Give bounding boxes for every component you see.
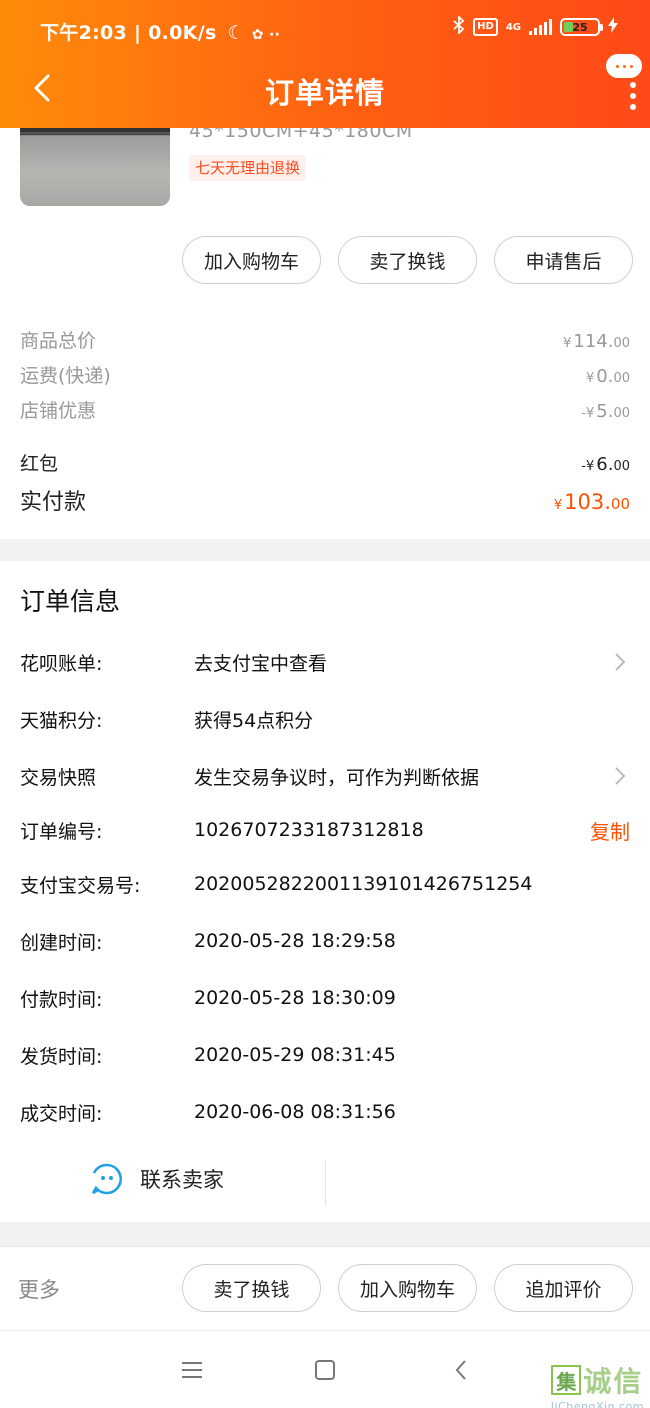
info-key: 发货时间: [20, 1045, 103, 1068]
watermark-logo: 集 诚信 JiChengXin.com [551, 1360, 644, 1408]
info-value: 2020052822001139101426751254 [194, 873, 533, 895]
section-divider [0, 1222, 650, 1246]
paid-row: 实付款 ¥103.00 [20, 484, 630, 516]
return-policy-badge: 七天无理由退换 [189, 155, 307, 181]
bottom-bar-border [0, 1246, 650, 1247]
header: 下午2:03 | 0.0K/s ☾ ✿ ·· HD 4G 25 订单详情 [0, 0, 650, 128]
more-button[interactable]: 更多 [18, 1274, 60, 1304]
red-packet-row: 红包 -¥ 6.00 [20, 449, 630, 476]
battery-icon: 25 [560, 18, 603, 36]
add-review-button[interactable]: 追加评价 [494, 1264, 633, 1312]
sell-for-cash-button[interactable]: 卖了换钱 [338, 236, 477, 284]
back-nav-icon[interactable] [448, 1357, 476, 1383]
info-value: 2020-05-29 08:31:45 [194, 1044, 396, 1066]
shipping-label: 运费(快递) [20, 365, 111, 387]
more-vertical-icon[interactable] [630, 82, 636, 110]
after-sales-button[interactable]: 申请售后 [494, 236, 633, 284]
chevron-right-icon [615, 653, 626, 671]
shop-discount-row: 店铺优惠 -¥ 5.00 [20, 396, 630, 423]
watermark-site: JiChengXin.com [550, 1400, 644, 1408]
sell-for-cash-bottom-button[interactable]: 卖了换钱 [182, 1264, 321, 1312]
create-time-row: 创建时间: 2020-05-28 18:29:58 [20, 926, 630, 956]
red-packet-value: -¥ 6.00 [581, 454, 630, 475]
menu-icon[interactable] [178, 1357, 206, 1383]
shipping-value: ¥0.00 [585, 366, 630, 387]
info-value: 发生交易争议时，可作为判断依据 [194, 766, 480, 789]
goods-total-value: ¥114.00 [563, 331, 630, 352]
info-key: 支付宝交易号: [20, 874, 141, 897]
goods-total-label: 商品总价 [20, 330, 97, 352]
alipay-trade-row: 支付宝交易号: 2020052822001139101426751254 [20, 869, 630, 899]
info-key: 创建时间: [20, 931, 103, 954]
battery-level: 25 [572, 20, 588, 34]
bluetooth-icon [453, 14, 465, 38]
notification-icon: ✿ ·· [251, 27, 281, 43]
info-key: 成交时间: [20, 1102, 103, 1125]
vertical-divider [325, 1160, 326, 1206]
status-bar: 下午2:03 | 0.0K/s ☾ ✿ ·· HD 4G 25 [0, 0, 650, 58]
network-type: 4G [505, 21, 521, 33]
ship-time-row: 发货时间: 2020-05-29 08:31:45 [20, 1040, 630, 1070]
time-speed-text: 下午2:03 | 0.0K/s [40, 22, 217, 44]
shipping-row: 运费(快递) ¥0.00 [20, 361, 630, 388]
order-number: 1026707233187312818 [194, 819, 424, 841]
pay-time-row: 付款时间: 2020-05-28 18:30:09 [20, 983, 630, 1013]
watermark-text: 诚信 [583, 1365, 644, 1398]
copy-button[interactable]: 复制 [590, 816, 630, 845]
signal-icon [529, 19, 552, 35]
shop-discount-value: -¥ 5.00 [581, 401, 630, 422]
goods-total-row: 商品总价 ¥114.00 [20, 326, 630, 353]
smiley-chat-icon [91, 1163, 123, 1195]
chat-bubble-icon[interactable] [606, 54, 642, 78]
red-packet-label: 红包 [20, 453, 59, 475]
paid-value: ¥103.00 [553, 490, 630, 514]
info-key: 天猫积分: [20, 709, 103, 732]
info-key: 订单编号: [20, 820, 103, 843]
deal-time-row: 成交时间: 2020-06-08 08:31:56 [20, 1097, 630, 1127]
paid-label: 实付款 [20, 490, 87, 515]
info-key: 花呗账单: [20, 652, 103, 675]
charging-icon [608, 17, 618, 37]
moon-icon: ☾ [227, 22, 245, 44]
info-value: 2020-05-28 18:30:09 [194, 987, 396, 1009]
status-icons: HD 4G 25 [453, 14, 618, 38]
order-info-title: 订单信息 [20, 587, 121, 616]
info-value: 2020-06-08 08:31:56 [194, 1101, 396, 1123]
hd-badge: HD [473, 18, 498, 36]
info-key: 付款时间: [20, 988, 103, 1011]
chevron-right-icon [615, 767, 626, 785]
add-to-cart-bottom-button[interactable]: 加入购物车 [338, 1264, 477, 1312]
order-number-row: 订单编号: 1026707233187312818 复制 [20, 815, 630, 845]
tmall-points-row: 天猫积分: 获得54点积分 [20, 704, 630, 734]
info-value: 2020-05-28 18:29:58 [194, 930, 396, 952]
contact-seller-label: 联系卖家 [140, 1168, 224, 1192]
section-divider [0, 539, 650, 561]
info-key: 交易快照 [20, 766, 97, 789]
add-to-cart-button[interactable]: 加入购物车 [182, 236, 321, 284]
contact-seller-button[interactable]: 联系卖家 [90, 1162, 224, 1196]
home-icon[interactable] [311, 1357, 339, 1383]
trade-snapshot-row[interactable]: 交易快照 发生交易争议时，可作为判断依据 [20, 761, 630, 791]
info-value: 获得54点积分 [194, 709, 314, 732]
watermark-char: 集 [551, 1365, 582, 1395]
huabei-bill-row[interactable]: 花呗账单: 去支付宝中查看 [20, 647, 630, 677]
page-title: 订单详情 [264, 76, 385, 110]
shop-discount-label: 店铺优惠 [20, 400, 97, 422]
status-time-speed: 下午2:03 | 0.0K/s ☾ ✿ ·· [40, 18, 280, 45]
info-value: 去支付宝中查看 [194, 652, 328, 675]
